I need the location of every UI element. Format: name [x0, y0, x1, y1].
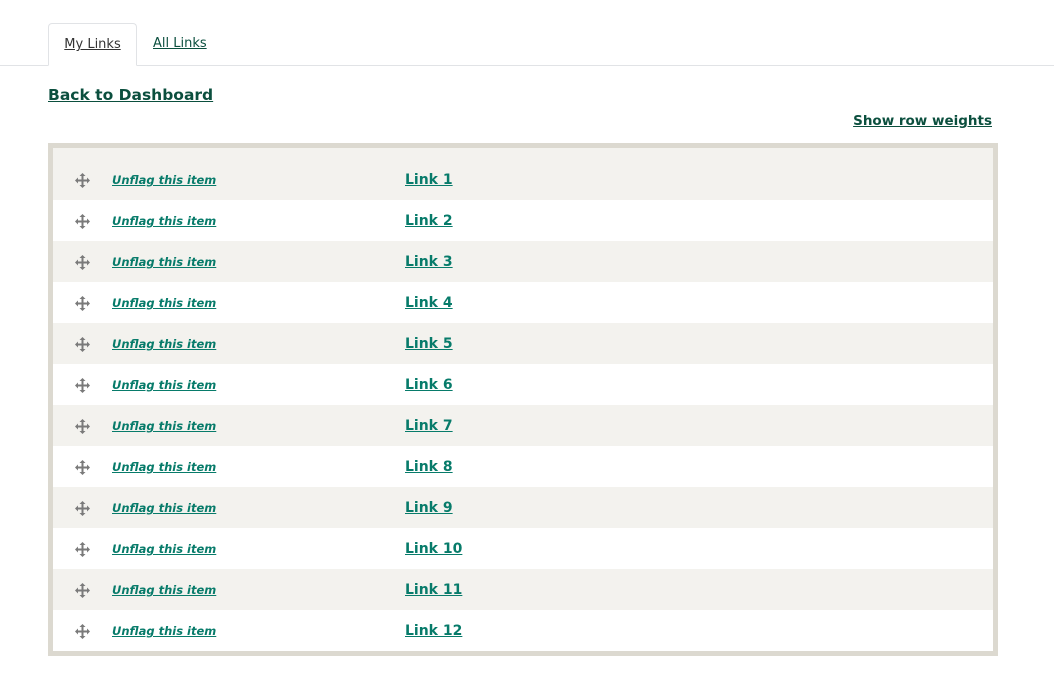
item-link[interactable]: Link 2 — [405, 213, 453, 229]
unflag-item-link[interactable]: Unflag this item — [112, 583, 216, 597]
unflag-item-link[interactable]: Unflag this item — [112, 214, 216, 228]
item-link[interactable]: Link 12 — [405, 623, 462, 639]
item-link[interactable]: Link 6 — [405, 377, 453, 393]
item-link[interactable]: Link 11 — [405, 582, 462, 598]
item-link[interactable]: Link 7 — [405, 418, 453, 434]
drag-move-icon[interactable] — [75, 214, 90, 229]
tab-my-links[interactable]: My Links — [48, 23, 137, 66]
drag-move-icon[interactable] — [75, 501, 90, 516]
drag-move-icon[interactable] — [75, 460, 90, 475]
table-row: Unflag this item Link 4 — [53, 282, 993, 323]
item-link[interactable]: Link 9 — [405, 500, 453, 516]
item-link[interactable]: Link 5 — [405, 336, 453, 352]
drag-move-icon[interactable] — [75, 624, 90, 639]
drag-move-icon[interactable] — [75, 255, 90, 270]
unflag-item-link[interactable]: Unflag this item — [112, 173, 216, 187]
table-row: Unflag this item Link 12 — [53, 610, 993, 651]
unflag-item-link[interactable]: Unflag this item — [112, 542, 216, 556]
drag-move-icon[interactable] — [75, 583, 90, 598]
unflag-item-link[interactable]: Unflag this item — [112, 501, 216, 515]
drag-move-icon[interactable] — [75, 173, 90, 188]
drag-move-icon[interactable] — [75, 296, 90, 311]
tab-bar: My Links All Links — [0, 23, 1054, 66]
item-link[interactable]: Link 10 — [405, 541, 462, 557]
table-row: Unflag this item Link 8 — [53, 446, 993, 487]
table-row: Unflag this item Link 11 — [53, 569, 993, 610]
table-row: Unflag this item Link 10 — [53, 528, 993, 569]
tab-all-links[interactable]: All Links — [153, 23, 207, 64]
drag-move-icon[interactable] — [75, 378, 90, 393]
table-row: Unflag this item Link 5 — [53, 323, 993, 364]
item-link[interactable]: Link 8 — [405, 459, 453, 475]
table-row: Unflag this item Link 6 — [53, 364, 993, 405]
unflag-item-link[interactable]: Unflag this item — [112, 255, 216, 269]
table-row: Unflag this item Link 1 — [53, 148, 993, 200]
item-link[interactable]: Link 1 — [405, 172, 453, 188]
table-row: Unflag this item Link 7 — [53, 405, 993, 446]
drag-move-icon[interactable] — [75, 542, 90, 557]
unflag-item-link[interactable]: Unflag this item — [112, 296, 216, 310]
table-row: Unflag this item Link 9 — [53, 487, 993, 528]
item-link[interactable]: Link 4 — [405, 295, 453, 311]
unflag-item-link[interactable]: Unflag this item — [112, 419, 216, 433]
unflag-item-link[interactable]: Unflag this item — [112, 460, 216, 474]
show-row-weights-link[interactable]: Show row weights — [853, 113, 992, 129]
flagged-links-table: Unflag this item Link 1 Unflag this item Li… — [48, 143, 998, 656]
unflag-item-link[interactable]: Unflag this item — [112, 378, 216, 392]
item-link[interactable]: Link 3 — [405, 254, 453, 270]
back-to-dashboard-link[interactable]: Back to Dashboard — [48, 86, 213, 104]
drag-move-icon[interactable] — [75, 337, 90, 352]
table-row: Unflag this item Link 3 — [53, 241, 993, 282]
drag-move-icon[interactable] — [75, 419, 90, 434]
unflag-item-link[interactable]: Unflag this item — [112, 337, 216, 351]
table-row: Unflag this item Link 2 — [53, 200, 993, 241]
unflag-item-link[interactable]: Unflag this item — [112, 624, 216, 638]
